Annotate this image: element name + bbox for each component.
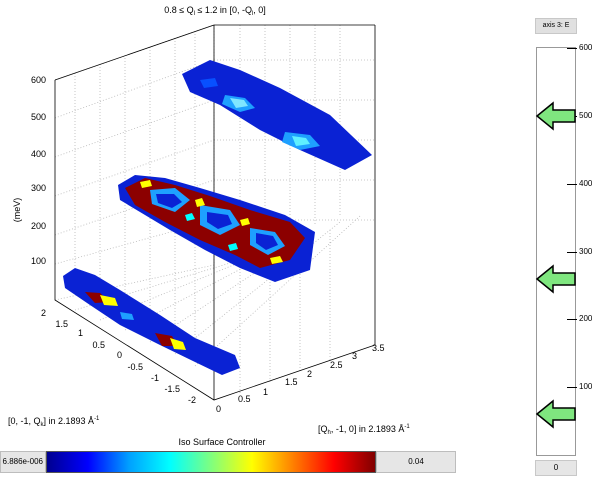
y-tick: -1.5 [164, 384, 180, 394]
z-axis-label: (meV) [12, 198, 22, 223]
x-tick: 0.5 [238, 394, 251, 404]
y-tick: 0.5 [92, 340, 105, 350]
y-tick: -1 [151, 373, 159, 383]
axis-tick-mark [567, 251, 577, 253]
x-tick: 3 [352, 351, 357, 361]
y-tick: 1.5 [55, 319, 68, 329]
iso-surface-middle [118, 175, 315, 282]
axis-tick-label: 200 [579, 314, 593, 324]
slice-marker-arrow[interactable] [535, 101, 577, 131]
z-tick: 200 [31, 221, 46, 231]
axis-tick-label: 400 [579, 178, 593, 188]
axis-value-field[interactable]: 0 [535, 460, 577, 476]
y-tick: -0.5 [127, 362, 143, 372]
axis-tick-mark [567, 48, 577, 49]
x-tick: 2.5 [330, 360, 343, 370]
axis-tick-mark [567, 319, 577, 321]
x-tick: 0 [216, 404, 221, 414]
iso-colorbar-slider[interactable] [46, 451, 376, 473]
energy-axis-slider[interactable]: 600 500 400 300 200 100 [535, 43, 592, 456]
x-tick: 3.5 [372, 343, 385, 353]
axis-tick-label: 600 [579, 43, 593, 52]
plot-title: 0.8 ≤ Ql ≤ 1.2 in [0, -Ql, 0] [164, 5, 266, 17]
z-tick: 600 [31, 75, 46, 85]
axis-tick-label: 500 [579, 110, 593, 120]
y-tick: 1 [78, 328, 83, 338]
iso-surface-top [182, 60, 372, 170]
axis-tick-mark [567, 387, 577, 389]
slice-marker-arrow[interactable] [535, 399, 577, 429]
x-tick: 1 [263, 387, 268, 397]
x-axis: 0 0.5 1 1.5 2 2.5 3 3.5 [216, 343, 385, 414]
y-tick: 0 [117, 350, 122, 360]
axis-tick-label: 300 [579, 246, 593, 256]
y-axis-label: [0, -1, Qk] in 2.1893 Å-1 [8, 416, 100, 428]
x-tick: 1.5 [285, 377, 298, 387]
y-tick: -2 [188, 395, 196, 405]
x-axis-label: [Qh, -1, 0] in 2.1893 Å-1 [318, 424, 410, 436]
z-tick: 100 [31, 256, 46, 266]
x-tick: 2 [307, 369, 312, 379]
iso-controller-title: Iso Surface Controller [178, 437, 266, 447]
z-tick: 400 [31, 149, 46, 159]
axis-tick-mark [567, 183, 577, 185]
axis-selector-label[interactable]: axis 3: E [535, 18, 577, 34]
z-tick: 500 [31, 112, 46, 122]
z-tick: 300 [31, 183, 46, 193]
iso-max-field[interactable]: 0.04 [376, 451, 456, 473]
iso-min-field[interactable]: 6.886e-006 [0, 451, 46, 473]
slice-marker-arrow[interactable] [535, 264, 577, 294]
z-axis: 100 200 300 400 500 600 (meV) [12, 75, 46, 266]
axis-tick-label: 100 [579, 382, 593, 392]
y-tick: 2 [41, 308, 46, 318]
slice-plot-3d[interactable]: 0.8 ≤ Ql ≤ 1.2 in [0, -Ql, 0] 100 200 30… [0, 0, 530, 481]
